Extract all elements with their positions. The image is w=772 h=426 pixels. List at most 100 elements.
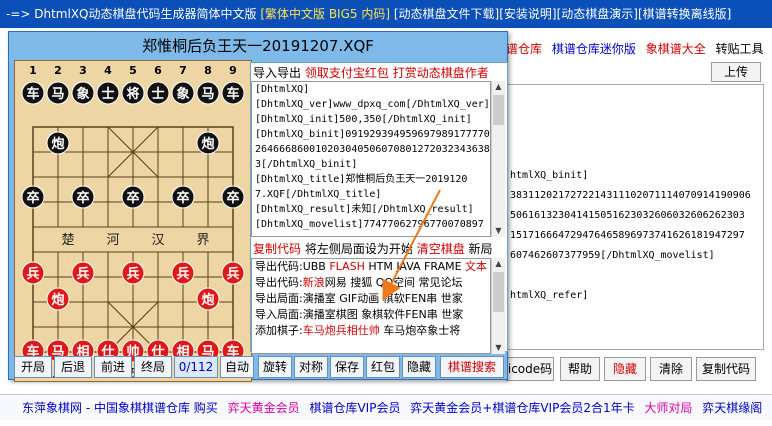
help-button[interactable]: 帮助 bbox=[560, 357, 600, 381]
topbar-big5-link[interactable]: [繁体中文版 BIG5 内码] bbox=[260, 7, 390, 21]
start-button[interactable]: 开局 bbox=[14, 356, 52, 378]
file-number-top: 2 bbox=[54, 64, 62, 77]
black-piece[interactable]: 象 bbox=[71, 81, 95, 105]
code-line: [DhtmlXQ_result]未知[/DhtmlXQ_result] bbox=[255, 204, 474, 215]
red-piece[interactable]: 炮 bbox=[46, 287, 70, 311]
black-piece[interactable]: 炮 bbox=[196, 131, 220, 155]
red-piece[interactable]: 兵 bbox=[21, 261, 45, 285]
export-link[interactable]: 添加棋子: bbox=[255, 324, 303, 337]
export-line: 添加棋子:车马炮兵相仕帅 车马炮卒象士将 bbox=[252, 323, 490, 339]
export-scroll-up-icon[interactable]: ▲ bbox=[492, 258, 505, 270]
svg-text:炮: 炮 bbox=[51, 292, 64, 308]
svg-text:兵: 兵 bbox=[226, 266, 239, 282]
set-start-link[interactable]: 将左侧局面设为开始 bbox=[305, 242, 413, 256]
svg-text:卒: 卒 bbox=[26, 190, 39, 206]
link-repo[interactable]: 谱仓库 bbox=[506, 42, 542, 56]
back-button[interactable]: 后退 bbox=[54, 356, 92, 378]
export-link[interactable]: 网易 搜狐 QQ空间 常见论坛 bbox=[325, 276, 463, 289]
code-panel: 导入导出 领取支付宝红包 打赏动态棋盘作者 [DhtmlXQ] [DhtmlXQ_… bbox=[250, 62, 508, 354]
auto-button[interactable]: 自动 bbox=[220, 356, 254, 378]
red-piece[interactable]: 炮 bbox=[196, 287, 220, 311]
export-link[interactable]: 导出代码: bbox=[255, 276, 303, 289]
redpack-button[interactable]: 红包 bbox=[366, 356, 400, 378]
copy-code-button-bg[interactable]: 复制代码 bbox=[696, 357, 756, 381]
footer-link-gold[interactable]: 弈天黄金会员 bbox=[228, 401, 300, 415]
export-link[interactable]: HTM JAVA FRAME bbox=[365, 260, 465, 273]
footer-link-combo[interactable]: 弈天黄金会员+棋谱仓库VIP会员2合1年卡 bbox=[410, 401, 634, 415]
svg-text:卒: 卒 bbox=[176, 190, 189, 206]
file-number-top: 3 bbox=[79, 64, 87, 77]
export-link[interactable]: FLASH bbox=[329, 260, 365, 273]
mirror-button[interactable]: 对称 bbox=[294, 356, 328, 378]
black-piece[interactable]: 车 bbox=[221, 81, 245, 105]
export-link[interactable]: 导入局面:演播室棋图 象棋软件FEN串 世家 bbox=[255, 308, 463, 321]
copy-code-link[interactable]: 复制代码 bbox=[253, 242, 301, 256]
rotate-button[interactable]: 旋转 bbox=[258, 356, 292, 378]
red-piece[interactable]: 兵 bbox=[171, 261, 195, 285]
footer-link-yuan[interactable]: 弈天棋缘阁 bbox=[702, 401, 762, 415]
panel-header: 导入导出 领取支付宝红包 打赏动态棋盘作者 bbox=[253, 64, 489, 81]
export-link[interactable]: 车马炮兵相仕帅 bbox=[303, 324, 380, 337]
dialog-toolbar: 开局 后退 前进 终局 0/112 自动 旋转 对称 保存 红包 隐藏 棋谱搜索 bbox=[14, 356, 506, 378]
footer-link-vip[interactable]: 棋谱仓库VIP会员 bbox=[309, 401, 400, 415]
svg-text:兵: 兵 bbox=[76, 266, 89, 282]
topbar-links[interactable]: [动态棋盘文件下载][安装说明][动态棋盘演示][棋谱转换离线版] bbox=[394, 7, 731, 21]
scroll-up-icon[interactable]: ▲ bbox=[492, 81, 505, 93]
upload-button[interactable]: 上传 bbox=[711, 62, 761, 82]
background-code-line: 607462607377959[/DhtmlXQ_movelist] bbox=[510, 250, 715, 261]
link-chess-manuals[interactable]: 象棋谱大全 bbox=[646, 42, 706, 56]
river-text: 河 bbox=[106, 233, 119, 248]
background-code-line: htmlXQ_binit] bbox=[510, 170, 589, 181]
black-piece[interactable]: 卒 bbox=[221, 185, 245, 209]
chess-board[interactable]: 楚河汉界123456789九八七六五四三二一车马象士将士象马车炮炮卒卒卒卒卒兵兵… bbox=[14, 60, 252, 382]
export-link[interactable]: 导出局面:演播室 GIF动画 棋软FEN串 世家 bbox=[255, 292, 463, 305]
tip-author-link[interactable]: 打赏动态棋盘作者 bbox=[393, 66, 489, 80]
export-scroll-down-icon[interactable]: ▼ bbox=[492, 342, 505, 354]
code-textarea[interactable]: [DhtmlXQ] [DhtmlXQ_ver]www_dpxq_com[/Dhtm… bbox=[251, 81, 491, 237]
import-export-label: 导入导出 bbox=[253, 66, 302, 80]
black-piece[interactable]: 马 bbox=[46, 81, 70, 105]
footer-link-site[interactable]: 东萍象棋网 - 中国象棋棋谱仓库 购买 bbox=[22, 401, 218, 415]
dialog-title: 郑惟桐后负王天一20191207.XQF bbox=[142, 37, 374, 55]
black-piece[interactable]: 象 bbox=[171, 81, 195, 105]
code-scrollbar[interactable]: ▲ ▼ bbox=[491, 81, 505, 237]
black-piece[interactable]: 士 bbox=[96, 81, 120, 105]
export-link[interactable]: 文本 bbox=[465, 260, 487, 273]
svg-text:士: 士 bbox=[101, 86, 114, 102]
icode-button[interactable]: icode码 bbox=[506, 357, 554, 381]
export-scroll-thumb[interactable] bbox=[493, 272, 504, 312]
black-piece[interactable]: 炮 bbox=[46, 131, 70, 155]
export-scrollbar[interactable]: ▲ ▼ bbox=[491, 258, 505, 354]
black-piece[interactable]: 将 bbox=[121, 81, 145, 105]
hide-button-bg[interactable]: 隐藏 bbox=[604, 357, 646, 381]
black-piece[interactable]: 卒 bbox=[71, 185, 95, 209]
clear-board-link[interactable]: 清空棋盘 bbox=[417, 242, 465, 256]
hide-button[interactable]: 隐藏 bbox=[402, 356, 436, 378]
file-number-top: 1 bbox=[29, 64, 37, 77]
export-link[interactable]: 新浪 bbox=[303, 276, 325, 289]
scroll-thumb[interactable] bbox=[493, 95, 504, 125]
black-piece[interactable]: 卒 bbox=[171, 185, 195, 209]
link-repo-mini[interactable]: 棋谱仓库迷你版 bbox=[552, 42, 636, 56]
export-link[interactable]: 车马炮卒象士将 bbox=[380, 324, 460, 337]
save-button[interactable]: 保存 bbox=[330, 356, 364, 378]
end-button[interactable]: 终局 bbox=[134, 356, 172, 378]
clear-button-bg[interactable]: 清除 bbox=[650, 357, 692, 381]
board-canvas[interactable]: 楚河汉界123456789九八七六五四三二一车马象士将士象马车炮炮卒卒卒卒卒兵兵… bbox=[15, 61, 251, 381]
black-piece[interactable]: 士 bbox=[146, 81, 170, 105]
red-piece[interactable]: 兵 bbox=[221, 261, 245, 285]
scroll-down-icon[interactable]: ▼ bbox=[492, 225, 505, 237]
black-piece[interactable]: 马 bbox=[196, 81, 220, 105]
footer-link-master[interactable]: 大师对局 bbox=[644, 401, 692, 415]
black-piece[interactable]: 车 bbox=[21, 81, 45, 105]
red-piece[interactable]: 兵 bbox=[121, 261, 145, 285]
export-link[interactable]: 导出代码:UBB bbox=[255, 260, 329, 273]
alipay-link[interactable]: 领取支付宝红包 bbox=[305, 66, 389, 80]
red-piece[interactable]: 兵 bbox=[71, 261, 95, 285]
forward-button[interactable]: 前进 bbox=[94, 356, 132, 378]
search-manuals-button[interactable]: 棋谱搜索 bbox=[440, 356, 504, 378]
new-game-link[interactable]: 新局 bbox=[469, 242, 493, 256]
black-piece[interactable]: 卒 bbox=[121, 185, 145, 209]
link-repost-tool[interactable]: 转贴工具 bbox=[716, 42, 764, 56]
black-piece[interactable]: 卒 bbox=[21, 185, 45, 209]
